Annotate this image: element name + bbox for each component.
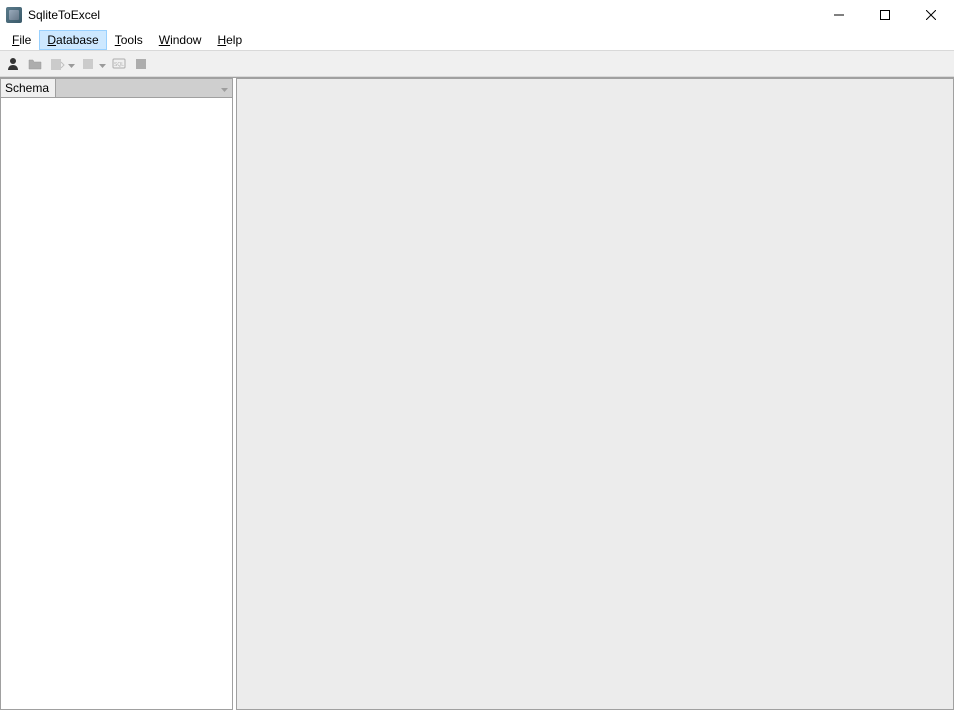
sidebar: Schema — [0, 78, 233, 710]
logon-icon — [5, 56, 21, 72]
close-icon — [926, 10, 936, 20]
svg-text:SQL: SQL — [114, 62, 124, 68]
maximize-icon — [880, 10, 890, 20]
toolbar-open-button[interactable] — [26, 55, 44, 73]
minimize-icon — [834, 10, 844, 20]
import-icon — [49, 56, 65, 72]
schema-label: Schema — [1, 79, 55, 97]
toolbar-stop-button[interactable] — [132, 55, 150, 73]
schema-row: Schema — [0, 78, 232, 98]
content-area — [236, 78, 954, 710]
toolbar-logon-button[interactable] — [4, 55, 22, 73]
menu-file[interactable]: File — [4, 30, 39, 50]
menu-tools[interactable]: Tools — [107, 30, 151, 50]
titlebar: SqliteToExcel — [0, 0, 954, 30]
export-icon — [80, 56, 96, 72]
app-icon — [6, 7, 22, 23]
maximize-button[interactable] — [862, 0, 908, 30]
open-icon — [27, 56, 43, 72]
minimize-button[interactable] — [816, 0, 862, 30]
chevron-down-icon — [221, 81, 228, 95]
toolbar-export-button[interactable] — [79, 55, 106, 73]
toolbar: SQL — [0, 51, 954, 77]
toolbar-sql-button[interactable]: SQL — [110, 55, 128, 73]
toolbar-import-button[interactable] — [48, 55, 75, 73]
main-area: Schema — [0, 77, 954, 710]
menu-help[interactable]: Help — [209, 30, 250, 50]
schema-combo[interactable] — [55, 79, 232, 97]
stop-icon — [133, 56, 149, 72]
window-title: SqliteToExcel — [28, 8, 100, 22]
menu-database[interactable]: Database — [39, 30, 106, 50]
menubar: File Database Tools Window Help — [0, 30, 954, 51]
schema-tree[interactable] — [0, 98, 232, 710]
chevron-down-icon — [99, 57, 106, 71]
chevron-down-icon — [68, 57, 75, 71]
close-button[interactable] — [908, 0, 954, 30]
menu-window[interactable]: Window — [151, 30, 210, 50]
sql-icon: SQL — [111, 56, 127, 72]
